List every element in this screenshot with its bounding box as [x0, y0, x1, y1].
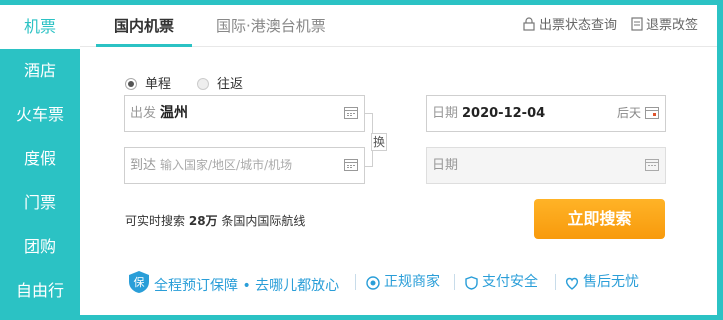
guarantee-merchant: 正规商家 — [366, 270, 440, 294]
ticket-status-link[interactable]: 出票状态查询 — [522, 5, 617, 47]
guarantee-aftersale: 售后无忧 — [565, 270, 639, 294]
guarantee-payment-label: 支付安全 — [482, 274, 538, 290]
sidebar-item-group-buy[interactable]: 团购 — [0, 225, 80, 269]
refund-change-label: 退票改签 — [646, 18, 699, 33]
round-trip-radio[interactable]: 往返 — [197, 73, 243, 92]
document-icon — [631, 17, 643, 31]
sidebar-item-flights[interactable]: 机票 — [0, 5, 80, 49]
return-date-field[interactable]: 日期 — [426, 147, 666, 184]
refund-change-link[interactable]: 退票改签 — [631, 5, 698, 47]
sidebar-item-trains[interactable]: 火车票 — [0, 93, 80, 137]
arrival-label: 到达 — [130, 158, 157, 173]
shield-icon — [465, 276, 478, 290]
sidebar-item-free-travel[interactable]: 自由行 — [0, 269, 80, 313]
sidebar-item-hotels[interactable]: 酒店 — [0, 49, 80, 93]
guarantee-merchant-label: 正规商家 — [384, 274, 440, 290]
tab-international-flights[interactable]: 国际·港澳台机票 — [216, 5, 326, 47]
departure-label: 出发 — [130, 106, 157, 121]
departure-city-value: 温州 — [160, 105, 188, 121]
route-count-text: 可实时搜索 28万 条国内国际航线 — [125, 212, 305, 229]
guarantee-main-label: 全程预订保障 • 去哪儿都放心 — [154, 278, 340, 294]
date-label: 日期 — [432, 106, 459, 121]
city-list-icon — [344, 159, 358, 171]
date-hint: 后天 — [616, 106, 641, 120]
tab-bar: 国内机票 国际·港澳台机票 出票状态查询 退票改签 — [80, 5, 717, 47]
radio-unselected-icon — [197, 78, 209, 90]
guarantee-aftersale-label: 售后无忧 — [583, 274, 639, 290]
sidebar-item-tickets[interactable]: 门票 — [0, 181, 80, 225]
calendar-icon — [645, 107, 659, 119]
route-count-suffix: 条国内国际航线 — [221, 214, 306, 228]
calendar-icon — [645, 159, 659, 171]
route-count-number: 28万 — [188, 214, 218, 228]
heart-check-icon — [565, 277, 579, 290]
shield-badge-text: 保 — [134, 275, 145, 289]
guarantee-payment: 支付安全 — [465, 270, 538, 294]
route-count-prefix: 可实时搜索 — [125, 214, 186, 228]
swap-cities-button[interactable]: 换 — [371, 133, 387, 151]
departure-city-field[interactable]: 出发 温州 — [124, 95, 365, 132]
certified-icon — [366, 276, 380, 290]
divider — [355, 274, 356, 290]
sidebar: 机票 酒店 火车票 度假 门票 团购 自由行 — [0, 0, 80, 320]
guarantee-main: 保全程预订保障 • 去哪儿都放心 — [128, 270, 339, 294]
radio-selected-icon — [125, 78, 137, 90]
guarantee-bar: 保全程预订保障 • 去哪儿都放心 正规商家 支付安全 售后无忧 — [80, 270, 717, 294]
departure-date-field[interactable]: 日期 2020-12-04 后天 — [426, 95, 666, 132]
flight-search-panel: 国内机票 国际·港澳台机票 出票状态查询 退票改签 单程 往返 出发 温州 到达… — [80, 5, 717, 315]
sidebar-item-vacation[interactable]: 度假 — [0, 137, 80, 181]
divider — [555, 274, 556, 290]
booking-widget: 机票 酒店 火车票 度假 门票 团购 自由行 国内机票 国际·港澳台机票 出票状… — [0, 0, 723, 320]
lock-icon — [523, 17, 535, 31]
return-date-label: 日期 — [432, 158, 459, 173]
search-button[interactable]: 立即搜索 — [534, 199, 665, 239]
one-way-radio[interactable]: 单程 — [125, 73, 171, 92]
city-list-icon — [344, 107, 358, 119]
round-trip-label: 往返 — [217, 77, 244, 92]
departure-date-value: 2020-12-04 — [462, 106, 546, 121]
arrival-placeholder: 输入国家/地区/城市/机场 — [160, 158, 293, 172]
tab-domestic-flights[interactable]: 国内机票 — [96, 5, 192, 47]
arrival-city-field[interactable]: 到达 输入国家/地区/城市/机场 — [124, 147, 365, 184]
shield-badge-icon: 保 — [129, 271, 149, 293]
divider — [454, 274, 455, 290]
ticket-status-label: 出票状态查询 — [539, 18, 618, 33]
one-way-label: 单程 — [145, 77, 172, 92]
